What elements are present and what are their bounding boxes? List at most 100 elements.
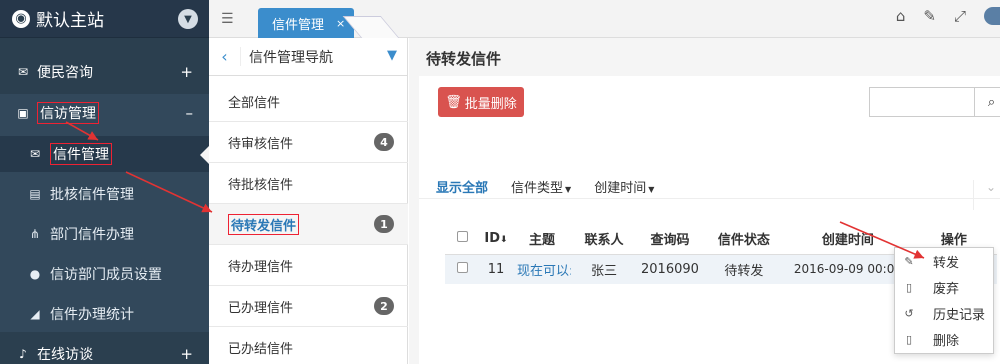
column-header-id[interactable]: ID⬇ <box>479 224 513 255</box>
sidebar-subitem-dept[interactable]: ⋔ 部门信件办理 <box>0 216 209 252</box>
letter-nav-title: 信件管理导航 <box>249 49 333 66</box>
cell-status: 待转发 <box>702 254 785 284</box>
envelope-icon: ✉ <box>17 65 29 79</box>
menu-item-delete[interactable]: ▯ 删除 <box>895 326 993 352</box>
count-badge: 2 <box>374 297 394 315</box>
sidebar-subitem-label: 信件办理统计 <box>50 307 134 323</box>
sidebar-item-label: 信访管理 <box>37 102 99 124</box>
top-bar: ☰ 信件管理 × ⌂ ✎ ⤢ <box>209 0 1000 38</box>
row-checkbox[interactable] <box>445 254 479 284</box>
menu-item-label: 删除 <box>933 333 960 349</box>
sidebar: ◉ 默认主站 ▼ ✉ 便民咨询 + ▣ 信访管理 – ✉ 信件管理 ▤ 批核信件… <box>0 0 209 364</box>
sidebar-subitem-stats[interactable]: ◢ 信件办理统计 <box>0 296 209 332</box>
sidebar-subitem-letters[interactable]: ✉ 信件管理 <box>0 136 209 172</box>
trash-icon: ▯ <box>905 280 913 294</box>
menu-item-label: 历史记录 <box>933 307 986 323</box>
letter-nav-pending-review[interactable]: 待审核信件 4 <box>209 122 408 163</box>
bulk-delete-button[interactable]: 🗑 批量删除 <box>438 87 524 117</box>
menu-item-discard[interactable]: ▯ 废弃 <box>895 274 993 300</box>
mail-icon: ✉ <box>29 147 41 161</box>
sidebar-subitem-label: 批核信件管理 <box>50 187 134 203</box>
column-header-code: 查询码 <box>637 224 703 255</box>
sidebar-submenu: ✉ 信件管理 ▤ 批核信件管理 ⋔ 部门信件办理 ● 信访部门成员设置 ◢ 信件… <box>0 132 209 332</box>
back-chevron-icon[interactable]: ‹ <box>209 47 241 66</box>
fullscreen-icon[interactable]: ⤢ <box>954 7 966 25</box>
letter-nav-all[interactable]: 全部信件 <box>209 81 408 122</box>
filter-bar: 显示全部 信件类型 ▼ 创建时间 ▼ <box>436 177 654 196</box>
menu-item-history[interactable]: ↺ 历史记录 <box>895 300 993 326</box>
sidebar-subitem-approve[interactable]: ▤ 批核信件管理 <box>0 176 209 212</box>
area-chart-icon: ◢ <box>30 307 40 321</box>
cell-created: 2016-09-09 00:00 <box>784 254 911 284</box>
letter-nav-pending-approval[interactable]: 待批核信件 <box>209 163 408 204</box>
menu-item-forward[interactable]: ✎ 转发 <box>895 248 993 274</box>
home-icon[interactable]: ⌂ <box>896 7 906 25</box>
letter-nav-panel: ‹ 信件管理导航 ▼ 全部信件 待审核信件 4 待批核信件 待转发信件 1 待办… <box>209 38 408 364</box>
filter-created-time[interactable]: 创建时间 ▼ <box>594 177 654 196</box>
column-header-subject: 主题 <box>513 224 571 255</box>
divider <box>419 198 1000 199</box>
sidebar-item-label: 便民咨询 <box>37 65 93 81</box>
sidebar-item-petition[interactable]: ▣ 信访管理 – <box>0 94 209 132</box>
letter-nav-handled[interactable]: 已办理信件 2 <box>209 286 408 327</box>
select-all-checkbox[interactable] <box>445 224 479 255</box>
sidebar-subitem-label: 信访部门成员设置 <box>50 267 162 283</box>
trash-icon: ▯ <box>905 332 913 346</box>
cell-code: 2016090 <box>637 254 703 284</box>
letter-nav-label: 待办理信件 <box>228 259 294 275</box>
letter-nav-label: 待转发信件 <box>228 213 300 235</box>
caret-down-icon: ▼ <box>648 185 655 194</box>
cell-contact: 张三 <box>571 254 637 284</box>
search-icon[interactable]: ⌕ <box>974 87 1000 117</box>
letter-nav-label: 已办结信件 <box>228 341 294 357</box>
expand-plus-icon[interactable]: + <box>180 63 193 81</box>
user-icon: ● <box>29 267 41 281</box>
sitemap-icon: ⋔ <box>29 227 41 241</box>
column-header-contact: 联系人 <box>571 224 637 255</box>
filter-show-all[interactable]: 显示全部 <box>436 177 488 196</box>
sidebar-subitem-label: 部门信件办理 <box>50 227 134 243</box>
site-title: 默认主站 <box>36 11 104 31</box>
column-header-status: 信件状态 <box>702 224 785 255</box>
filter-label: 创建时间 <box>594 181 647 196</box>
cell-subject[interactable]: 现在可以: <box>513 254 571 284</box>
page-title: 待转发信件 <box>426 50 502 68</box>
letter-nav-label: 待审核信件 <box>228 136 294 152</box>
filter-letter-type[interactable]: 信件类型 ▼ <box>511 177 571 196</box>
inbox-icon: ▣ <box>17 106 29 120</box>
letter-nav-pending-forward[interactable]: 待转发信件 1 <box>209 204 408 245</box>
tab-letter-management[interactable]: 信件管理 × <box>258 8 354 38</box>
sidebar-item-interview[interactable]: ♪ 在线访谈 + <box>0 335 209 364</box>
search-input[interactable] <box>869 87 975 117</box>
top-icons: ⌂ ✎ ⤢ <box>896 7 1000 25</box>
chevron-down-icon[interactable]: ⌄ <box>972 180 996 210</box>
cell-id: 11 <box>479 254 513 284</box>
pin-icon[interactable]: ▼ <box>387 48 397 63</box>
site-switch-chevron-icon[interactable]: ▼ <box>178 9 198 29</box>
count-badge: 4 <box>374 133 394 151</box>
trash-icon: 🗑 <box>445 94 462 110</box>
sidebar-subitem-members[interactable]: ● 信访部门成员设置 <box>0 256 209 292</box>
sidebar-item-consult[interactable]: ✉ 便民咨询 + <box>0 53 209 91</box>
bulk-delete-label: 批量删除 <box>464 96 517 112</box>
collapse-minus-icon[interactable]: – <box>186 104 194 122</box>
microphone-icon: ♪ <box>19 347 27 361</box>
column-header-created: 创建时间 <box>784 224 911 255</box>
count-badge: 1 <box>374 215 394 233</box>
expand-plus-icon[interactable]: + <box>180 345 193 363</box>
comments-icon[interactable]: ✎ <box>923 7 936 25</box>
letter-nav-pending-handle[interactable]: 待办理信件 <box>209 245 408 286</box>
menu-item-label: 废弃 <box>933 281 960 297</box>
edit-icon: ✎ <box>904 254 914 268</box>
history-icon: ↺ <box>904 306 914 320</box>
book-icon: ▤ <box>29 187 41 201</box>
sidebar-item-label: 在线访谈 <box>37 347 93 363</box>
letter-nav-header: ‹ 信件管理导航 ▼ <box>209 38 407 76</box>
avatar[interactable] <box>984 7 1000 25</box>
menu-toggle-icon[interactable]: ☰ <box>221 11 234 27</box>
globe-icon: ◉ <box>12 9 30 28</box>
filter-label: 信件类型 <box>511 181 564 196</box>
caret-down-icon: ▼ <box>565 185 572 194</box>
letter-nav-label: 待批核信件 <box>228 177 294 193</box>
letter-nav-closed[interactable]: 已办结信件 <box>209 327 408 364</box>
